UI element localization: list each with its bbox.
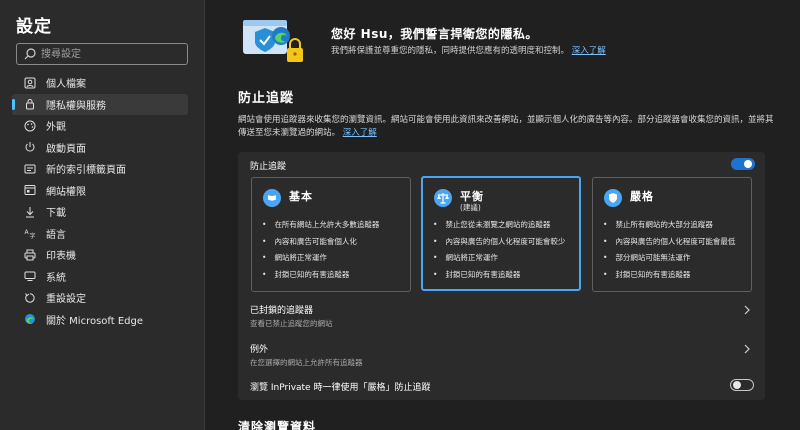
sidebar-item-languages[interactable]: A字 語言	[12, 223, 188, 244]
power-icon	[24, 141, 36, 153]
card-bullets: 在所有網站上允許大多數追蹤器 內容和廣告可能會個人化 網站將正常運作 封鎖已知的…	[262, 217, 379, 283]
search-icon	[24, 48, 36, 60]
sidebar-item-site-permissions[interactable]: 網站權限	[12, 180, 188, 201]
sidebar: 設定 個人檔案 隱私權與服務 外觀 啟動頁面 新的索引標籤頁面	[0, 0, 204, 430]
exceptions-row[interactable]: 例外 在您選擇的網站上允許所有追蹤器	[238, 337, 765, 371]
toggle-knob	[744, 160, 752, 168]
chevron-right-icon	[744, 305, 750, 315]
card-bullet: 內容與廣告的個人化程度可能會較少	[433, 234, 565, 251]
printer-icon	[24, 249, 36, 261]
blocked-trackers-row[interactable]: 已封鎖的追蹤器 查看已禁止追蹤您的網站	[238, 298, 765, 332]
sidebar-item-startup[interactable]: 啟動頁面	[12, 137, 188, 158]
sidebar-item-label: 關於 Microsoft Edge	[46, 315, 144, 327]
tracking-description-text: 網站會使用追蹤器來收集您的瀏覽資訊。網站可能會使用此資訊來改善網站，並顯示個人化…	[238, 115, 774, 138]
site-permissions-icon	[24, 184, 36, 196]
sidebar-item-reset[interactable]: 重設設定	[12, 287, 188, 308]
sidebar-item-system[interactable]: 系統	[12, 266, 188, 287]
card-bullets: 禁止您從未瀏覽之網站的追蹤器 內容與廣告的個人化程度可能會較少 網站將正常運作 …	[433, 217, 565, 283]
download-icon	[24, 206, 36, 218]
card-bullet: 禁止您從未瀏覽之網站的追蹤器	[433, 217, 565, 234]
greeting-title: 您好 Hsu，我們誓言捍衛您的隱私。	[331, 27, 538, 41]
lock-icon	[24, 98, 36, 110]
card-strict[interactable]: 嚴格 禁止所有網站的大部分追蹤器 內容與廣告的個人化程度可能會最低 部分網站可能…	[592, 177, 752, 292]
tracking-section-title: 防止追蹤	[238, 91, 295, 106]
inprivate-strict-toggle[interactable]	[730, 379, 754, 391]
sidebar-item-new-tab[interactable]: 新的索引標籤頁面	[12, 158, 188, 179]
language-icon: A字	[24, 227, 36, 239]
sidebar-item-label: 重設設定	[46, 294, 86, 305]
search-box[interactable]	[16, 43, 188, 65]
card-bullets: 禁止所有網站的大部分追蹤器 內容與廣告的個人化程度可能會最低 部分網站可能無法運…	[603, 217, 735, 283]
sidebar-item-label: 個人檔案	[46, 79, 86, 90]
card-bullet: 禁止所有網站的大部分追蹤器	[603, 217, 735, 234]
card-bullet: 在所有網站上允許大多數追蹤器	[262, 217, 379, 234]
tracking-prevention-toggle[interactable]	[731, 158, 755, 170]
blocked-trackers-title: 已封鎖的追蹤器	[250, 306, 314, 316]
sidebar-item-about[interactable]: 關於 Microsoft Edge	[12, 309, 188, 330]
card-title: 基本	[289, 190, 313, 203]
card-bullet: 網站將正常運作	[262, 250, 379, 267]
toggle-knob	[733, 381, 741, 389]
greeting-subtitle: 我們將保護並尊重您的隱私，同時提供您應有的透明度和控制。 深入了解	[331, 44, 606, 56]
sidebar-item-privacy[interactable]: 隱私權與服務	[12, 93, 188, 115]
sidebar-item-label: 印表機	[46, 251, 76, 262]
edge-icon	[24, 313, 36, 325]
shield-icon	[604, 189, 622, 207]
sidebar-item-printers[interactable]: 印表機	[12, 244, 188, 265]
tracking-description: 網站會使用追蹤器來收集您的瀏覽資訊。網站可能會使用此資訊來改善網站，並顯示個人化…	[238, 114, 778, 140]
sidebar-item-label: 下載	[46, 208, 66, 219]
main-content: 您好 Hsu，我們誓言捍衛您的隱私。 我們將保護並尊重您的隱私，同時提供您應有的…	[205, 0, 800, 430]
card-recommended-label: (建議)	[460, 203, 481, 212]
new-tab-icon	[24, 163, 36, 175]
sidebar-item-appearance[interactable]: 外觀	[12, 115, 188, 136]
sidebar-item-label: 啟動頁面	[46, 143, 86, 155]
sidebar-nav: 個人檔案 隱私權與服務 外觀 啟動頁面 新的索引標籤頁面 網站權限 下載 A字	[12, 72, 188, 330]
sidebar-item-profile[interactable]: 個人檔案	[12, 72, 188, 93]
exceptions-subtitle: 在您選擇的網站上允許所有追蹤器	[250, 358, 363, 367]
card-bullet: 封鎖已知的有害追蹤器	[433, 267, 565, 284]
card-bullet: 內容和廣告可能會個人化	[262, 234, 379, 251]
tracking-panel: 防止追蹤 基本 在所有網站上允許大多數追蹤器 內容和廣告可能會個人化 網站將正常…	[238, 152, 765, 400]
card-bullet: 網站將正常運作	[433, 250, 565, 267]
sidebar-item-downloads[interactable]: 下載	[12, 201, 188, 222]
reset-icon	[24, 292, 36, 304]
tracking-learn-more-link[interactable]: 深入了解	[343, 128, 377, 138]
settings-title: 設定	[16, 17, 52, 37]
balance-scale-icon	[434, 189, 452, 207]
sidebar-item-label: 外觀	[46, 122, 66, 133]
tracking-toggle-label: 防止追蹤	[250, 162, 287, 172]
clear-browsing-data-title: 清除瀏覽資料	[238, 420, 317, 430]
privacy-hero-icon	[243, 20, 303, 62]
card-basic[interactable]: 基本 在所有網站上允許大多數追蹤器 內容和廣告可能會個人化 網站將正常運作 封鎖…	[251, 177, 411, 292]
basic-icon	[263, 189, 281, 207]
greeting-subtitle-text: 我們將保護並尊重您的隱私，同時提供您應有的透明度和控制。	[331, 46, 570, 56]
sidebar-item-label: 系統	[46, 272, 66, 284]
search-input[interactable]	[41, 46, 181, 62]
card-title: 嚴格	[630, 190, 654, 203]
svg-text:字: 字	[30, 232, 36, 239]
card-bullet: 部分網站可能無法運作	[603, 250, 735, 267]
profile-icon	[24, 77, 36, 89]
chevron-right-icon	[744, 344, 750, 354]
card-bullet: 封鎖已知的有害追蹤器	[262, 267, 379, 284]
inprivate-strict-label: 瀏覽 InPrivate 時一律使用「嚴格」防止追蹤	[250, 383, 431, 393]
sidebar-item-label: 新的索引標籤頁面	[46, 165, 126, 176]
blocked-trackers-subtitle: 查看已禁止追蹤您的網站	[250, 319, 333, 328]
system-icon	[24, 270, 36, 282]
sidebar-item-label: 語言	[46, 229, 66, 241]
palette-icon	[24, 120, 36, 132]
sidebar-item-label: 隱私權與服務	[46, 100, 106, 112]
card-balanced[interactable]: 平衡 (建議) 禁止您從未瀏覽之網站的追蹤器 內容與廣告的個人化程度可能會較少 …	[421, 176, 581, 291]
card-bullet: 內容與廣告的個人化程度可能會最低	[603, 234, 735, 251]
sidebar-item-label: 網站權限	[46, 186, 86, 198]
inprivate-strict-row: 瀏覽 InPrivate 時一律使用「嚴格」防止追蹤	[238, 376, 765, 396]
card-bullet: 封鎖已知的有害追蹤器	[603, 267, 735, 284]
exceptions-title: 例外	[250, 345, 269, 355]
learn-more-link[interactable]: 深入了解	[572, 46, 606, 56]
